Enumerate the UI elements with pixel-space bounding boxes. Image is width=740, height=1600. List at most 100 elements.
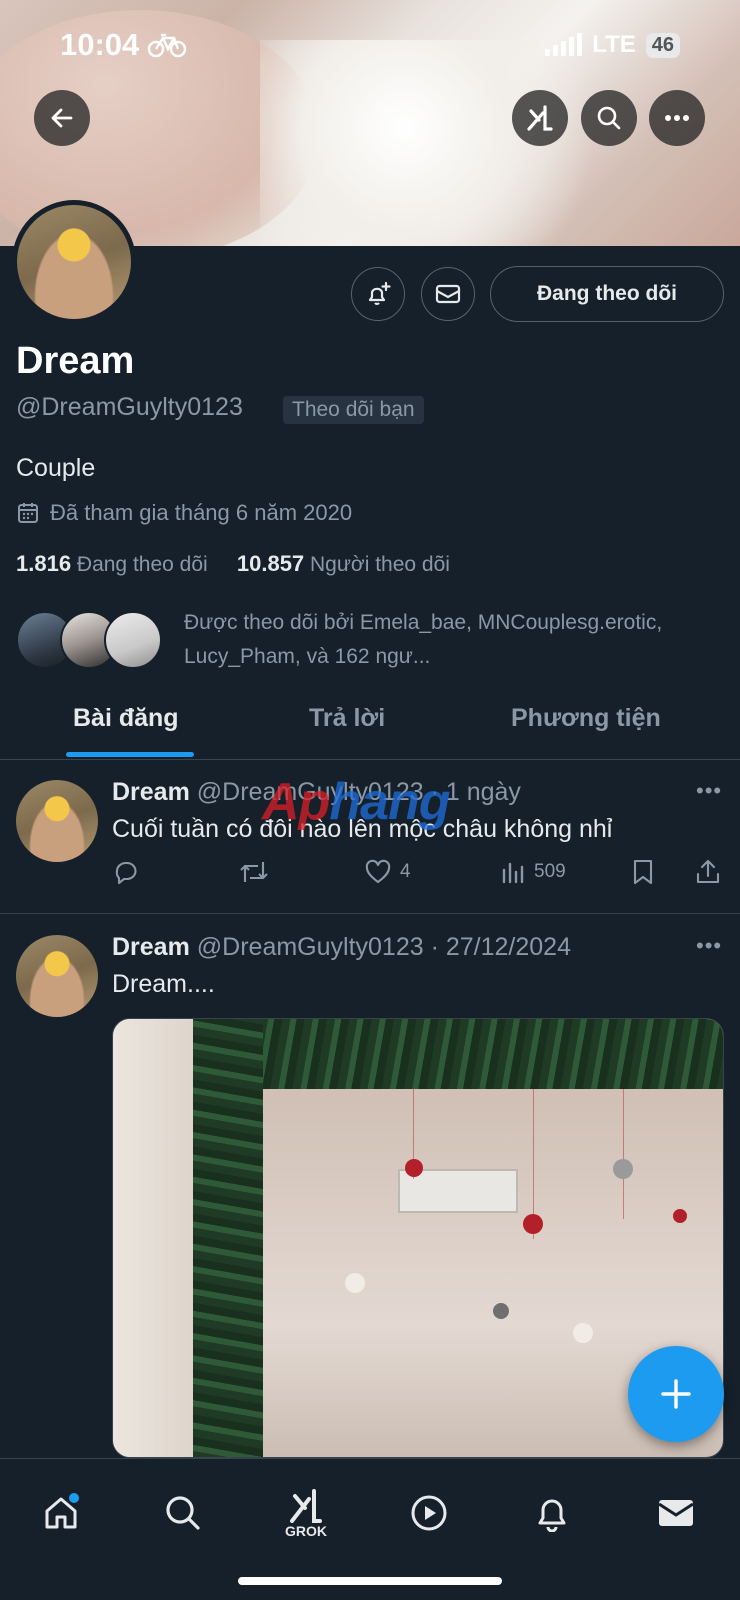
share-icon: [696, 859, 720, 884]
active-tab-indicator: [66, 752, 194, 757]
tab-media[interactable]: Phương tiện: [511, 704, 661, 733]
ornament: [673, 1209, 687, 1223]
notify-button[interactable]: [351, 267, 405, 321]
grok-icon: [527, 105, 553, 131]
followed-by-avatars: [16, 611, 166, 669]
post-divider: [0, 913, 740, 914]
watermark: Aphang: [262, 772, 451, 832]
followers-count: 10.857: [236, 551, 305, 576]
watermark-part2: hang: [329, 773, 450, 831]
profile-tabs: Bài đăng Trả lời Phương tiện: [0, 680, 740, 760]
profile-name: Dream: [16, 340, 135, 382]
status-indicators: LTE 46: [545, 31, 680, 59]
image-garland-left: [193, 1019, 263, 1457]
mail-icon: [435, 284, 461, 304]
profile-bio: Couple: [16, 454, 96, 482]
tab-replies[interactable]: Trả lời: [309, 704, 385, 733]
home-icon: [45, 1493, 79, 1529]
followed-by-text: Được theo dõi bởi Emela_bae, MNCouplesg.…: [184, 611, 663, 668]
nav-videos[interactable]: [399, 1483, 459, 1543]
grok-button[interactable]: [512, 90, 568, 146]
search-icon: [597, 106, 621, 130]
message-button[interactable]: [421, 267, 475, 321]
home-indicator: [238, 1577, 502, 1585]
bookmark-icon: [633, 859, 653, 885]
joined-text: Đã tham gia tháng 6 năm 2020: [50, 500, 353, 525]
search-button[interactable]: [581, 90, 637, 146]
reply-button[interactable]: [112, 858, 140, 886]
watermark-part1: Ap: [262, 773, 330, 831]
nav-notifications[interactable]: [522, 1483, 582, 1543]
following-stat[interactable]: 1.816 Đang theo dõi: [16, 551, 208, 576]
retweet-icon: [240, 862, 268, 882]
post-actions: 4 509: [112, 858, 722, 894]
battery-icon: 46: [645, 32, 680, 58]
views-icon: [502, 862, 524, 884]
joined-date: Đã tham gia tháng 6 năm 2020: [16, 500, 352, 526]
profile-handle: @DreamGuylty0123: [16, 393, 243, 421]
following-label: Đang theo dõi: [76, 553, 208, 576]
nav-messages[interactable]: [646, 1483, 706, 1543]
follower-avatar: [104, 611, 162, 669]
compose-button[interactable]: [628, 1346, 724, 1442]
bell-plus-icon: [368, 281, 391, 306]
post-meta: @DreamGuylty0123 · 27/12/2024: [196, 933, 571, 961]
ornament: [523, 1214, 543, 1234]
nav-home[interactable]: [31, 1483, 91, 1543]
post-more-icon[interactable]: •••: [696, 933, 722, 959]
image-garland-top: [193, 1019, 723, 1089]
bicycle-icon: [148, 33, 187, 58]
tab-posts[interactable]: Bài đăng: [73, 704, 179, 733]
heart-icon: [365, 859, 391, 884]
play-icon: [411, 1495, 447, 1531]
ornament: [613, 1159, 633, 1179]
like-button[interactable]: 4: [364, 858, 411, 886]
views-button[interactable]: 509: [500, 858, 566, 886]
banner-photo-lace: [260, 40, 620, 246]
more-icon: [665, 115, 689, 121]
followers-stat[interactable]: 10.857 Người theo dõi: [236, 551, 450, 576]
network-label: LTE: [592, 31, 636, 58]
mail-icon: [658, 1500, 694, 1526]
search-icon: [166, 1496, 200, 1530]
back-arrow-icon: [51, 108, 73, 128]
back-button[interactable]: [34, 90, 90, 146]
more-button[interactable]: [649, 90, 705, 146]
repost-button[interactable]: [238, 858, 270, 886]
post-author[interactable]: Dream: [112, 778, 190, 806]
bell-icon: [538, 1499, 566, 1532]
bookmark-button[interactable]: [630, 858, 656, 886]
like-count: 4: [400, 861, 411, 882]
battery-level: 46: [651, 33, 674, 56]
share-button[interactable]: [694, 858, 722, 886]
plus-icon: [661, 1379, 691, 1409]
views-count: 509: [534, 861, 566, 882]
post-avatar[interactable]: [16, 935, 98, 1017]
reply-icon: [115, 861, 137, 885]
nav-search[interactable]: [153, 1483, 213, 1543]
followed-by-row[interactable]: Được theo dõi bởi Emela_bae, MNCouplesg.…: [16, 606, 716, 674]
post-avatar[interactable]: [16, 780, 98, 862]
follows-you-badge: Theo dõi bạn: [283, 396, 424, 424]
followers-label: Người theo dõi: [310, 553, 450, 576]
ornament: [573, 1323, 593, 1343]
nav-grok[interactable]: GROK: [276, 1483, 336, 1543]
post-author[interactable]: Dream: [112, 933, 190, 961]
post-text: Dream....: [112, 970, 215, 998]
ornament: [405, 1159, 423, 1177]
status-time: 10:04: [60, 27, 140, 62]
ornament-string: [623, 1079, 624, 1219]
grok-icon: [290, 1489, 322, 1523]
calendar-icon: [18, 503, 38, 523]
profile-avatar[interactable]: [12, 200, 136, 324]
image-wall: [113, 1019, 203, 1457]
following-count: 1.816: [16, 551, 72, 576]
ornament: [493, 1303, 509, 1319]
nav-grok-label: GROK: [285, 1523, 327, 1539]
status-bar: 10:04 LTE 46: [0, 20, 740, 70]
following-button[interactable]: Đang theo dõi: [490, 266, 724, 322]
status-time-group: 10:04: [60, 27, 187, 63]
follow-stats: 1.816 Đang theo dõi 10.857 Người theo dõ…: [16, 551, 450, 577]
post-header: Dream @DreamGuylty0123 · 27/12/2024: [112, 933, 571, 962]
post-more-icon[interactable]: •••: [696, 778, 722, 804]
